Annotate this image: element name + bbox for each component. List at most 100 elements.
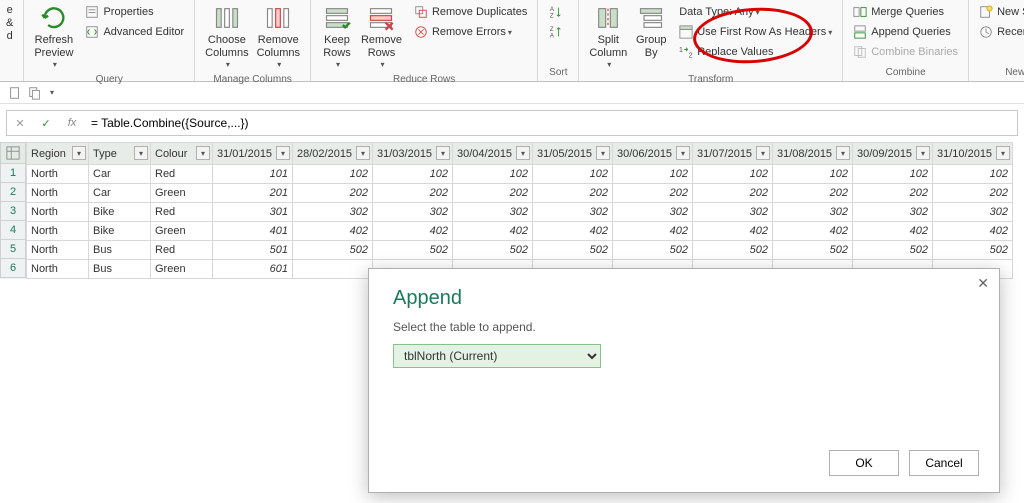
filter-dropdown-icon[interactable]: ▾ <box>676 146 690 160</box>
cell[interactable]: 302 <box>453 203 533 222</box>
cell[interactable]: Bike <box>89 203 151 222</box>
filter-dropdown-icon[interactable]: ▾ <box>756 146 770 160</box>
cell[interactable]: North <box>27 241 89 260</box>
row-number[interactable]: 2 <box>0 183 26 202</box>
cell[interactable]: 502 <box>933 241 1013 260</box>
filter-dropdown-icon[interactable]: ▾ <box>596 146 610 160</box>
data-type-button[interactable]: Data Type: Any▾ <box>675 2 836 22</box>
cell[interactable]: North <box>27 260 89 279</box>
group-by-button[interactable]: Group By <box>631 2 671 62</box>
cell[interactable]: 402 <box>773 222 853 241</box>
cell[interactable]: North <box>27 222 89 241</box>
cell[interactable]: 402 <box>613 222 693 241</box>
split-column-button[interactable]: Split Column▾ <box>585 2 631 72</box>
cell[interactable]: 402 <box>533 222 613 241</box>
cell[interactable]: 302 <box>773 203 853 222</box>
cell[interactable]: Bike <box>89 222 151 241</box>
cell[interactable]: North <box>27 203 89 222</box>
column-header[interactable]: 31/07/2015▾ <box>693 143 773 165</box>
cell[interactable]: Car <box>89 184 151 203</box>
row-number[interactable]: 4 <box>0 221 26 240</box>
cell[interactable]: 402 <box>933 222 1013 241</box>
choose-columns-button[interactable]: Choose Columns▾ <box>201 2 252 72</box>
filter-dropdown-icon[interactable]: ▾ <box>916 146 930 160</box>
remove-errors-button[interactable]: Remove Errors▾ <box>410 22 531 42</box>
cell[interactable]: 502 <box>293 241 373 260</box>
column-header[interactable]: 28/02/2015▾ <box>293 143 373 165</box>
cell[interactable]: 202 <box>293 184 373 203</box>
filter-dropdown-icon[interactable]: ▾ <box>996 146 1010 160</box>
remove-duplicates-button[interactable]: Remove Duplicates <box>410 2 531 22</box>
cell[interactable]: 502 <box>773 241 853 260</box>
cell[interactable]: 502 <box>373 241 453 260</box>
recent-sources-button[interactable]: Recent Sources▾ <box>975 22 1024 42</box>
cell[interactable]: 102 <box>853 165 933 184</box>
replace-values-button[interactable]: 12 Replace Values <box>675 42 836 62</box>
cell[interactable]: Red <box>151 203 213 222</box>
cell[interactable]: 102 <box>533 165 613 184</box>
cell[interactable]: 402 <box>853 222 933 241</box>
cell[interactable]: 101 <box>213 165 293 184</box>
sort-asc-button[interactable]: AZ <box>544 2 572 22</box>
formula-input[interactable] <box>85 111 1017 135</box>
cell[interactable]: 302 <box>373 203 453 222</box>
column-header[interactable]: 30/09/2015▾ <box>853 143 933 165</box>
column-header[interactable]: 30/06/2015▾ <box>613 143 693 165</box>
remove-columns-button[interactable]: Remove Columns▾ <box>253 2 304 72</box>
cell[interactable]: 501 <box>213 241 293 260</box>
cell[interactable]: 302 <box>533 203 613 222</box>
cell[interactable]: 202 <box>533 184 613 203</box>
cell[interactable]: Red <box>151 241 213 260</box>
cell[interactable]: 302 <box>293 203 373 222</box>
row-number[interactable]: 1 <box>0 164 26 183</box>
remove-rows-button[interactable]: Remove Rows▾ <box>357 2 406 72</box>
cell[interactable]: Green <box>151 260 213 279</box>
cell[interactable]: 402 <box>693 222 773 241</box>
row-number[interactable]: 3 <box>0 202 26 221</box>
cell[interactable]: 102 <box>693 165 773 184</box>
cancel-button[interactable]: Cancel <box>909 450 979 476</box>
column-header[interactable]: Colour▾ <box>151 143 213 165</box>
column-header[interactable]: 31/01/2015▾ <box>213 143 293 165</box>
cell[interactable]: North <box>27 184 89 203</box>
filter-dropdown-icon[interactable]: ▾ <box>836 146 850 160</box>
formula-cancel-button[interactable]: ✕ <box>7 111 33 135</box>
cell[interactable]: 402 <box>373 222 453 241</box>
caret-icon[interactable]: ▾ <box>50 88 54 97</box>
cell[interactable] <box>293 260 373 279</box>
cell[interactable]: 502 <box>693 241 773 260</box>
filter-dropdown-icon[interactable]: ▾ <box>436 146 450 160</box>
cell[interactable]: Car <box>89 165 151 184</box>
column-header[interactable]: 31/10/2015▾ <box>933 143 1013 165</box>
cell[interactable]: 202 <box>693 184 773 203</box>
filter-dropdown-icon[interactable]: ▾ <box>134 146 148 160</box>
refresh-preview-button[interactable]: Refresh Preview▾ <box>30 2 77 72</box>
column-header[interactable]: 31/03/2015▾ <box>373 143 453 165</box>
row-number[interactable]: 5 <box>0 240 26 259</box>
cell[interactable]: 302 <box>613 203 693 222</box>
advanced-editor-button[interactable]: Advanced Editor <box>81 22 188 42</box>
cell[interactable]: 301 <box>213 203 293 222</box>
cell[interactable]: 401 <box>213 222 293 241</box>
column-header[interactable]: Type▾ <box>89 143 151 165</box>
cell[interactable]: 102 <box>773 165 853 184</box>
filter-dropdown-icon[interactable]: ▾ <box>72 146 86 160</box>
column-header[interactable]: Region▾ <box>27 143 89 165</box>
table-corner[interactable] <box>0 142 26 164</box>
cell[interactable]: 202 <box>613 184 693 203</box>
cell[interactable]: Bus <box>89 260 151 279</box>
cell[interactable]: 202 <box>933 184 1013 203</box>
append-table-select[interactable]: tblNorth (Current) <box>393 344 601 368</box>
cell[interactable]: 502 <box>853 241 933 260</box>
column-header[interactable]: 31/08/2015▾ <box>773 143 853 165</box>
first-row-headers-button[interactable]: Use First Row As Headers▾ <box>675 22 836 42</box>
cell[interactable]: 201 <box>213 184 293 203</box>
cell[interactable]: Green <box>151 222 213 241</box>
cell[interactable]: 102 <box>933 165 1013 184</box>
cell[interactable]: 202 <box>773 184 853 203</box>
cell[interactable]: 102 <box>453 165 533 184</box>
new-icon[interactable] <box>8 86 22 100</box>
cell[interactable]: 502 <box>453 241 533 260</box>
cell[interactable]: 302 <box>693 203 773 222</box>
cell[interactable]: Bus <box>89 241 151 260</box>
